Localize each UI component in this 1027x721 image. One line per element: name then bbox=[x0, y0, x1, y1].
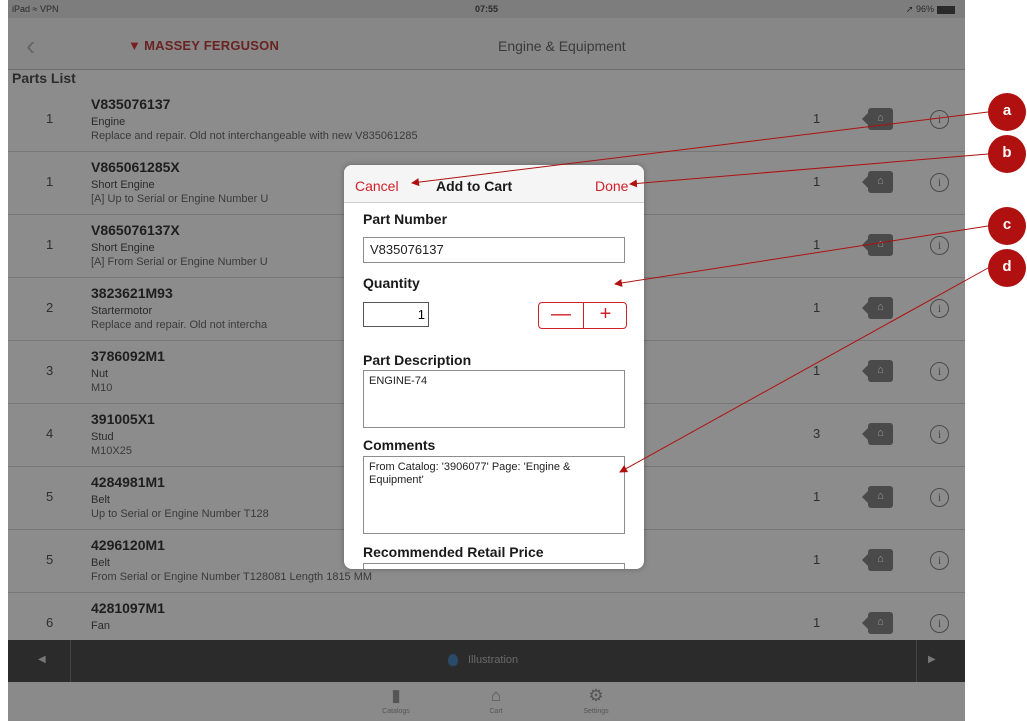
callout-a-arrow bbox=[411, 111, 989, 187]
callout-c-arrow bbox=[614, 225, 989, 287]
callout-b-arrow bbox=[629, 153, 989, 188]
callout-d-arrow bbox=[619, 267, 989, 473]
callout-c-badge: c bbox=[988, 207, 1026, 245]
callout-b-badge: b bbox=[988, 135, 1026, 173]
callout-overlay bbox=[411, 111, 989, 473]
callout-a-badge: a bbox=[988, 93, 1026, 131]
callout-d-badge: d bbox=[988, 249, 1026, 287]
